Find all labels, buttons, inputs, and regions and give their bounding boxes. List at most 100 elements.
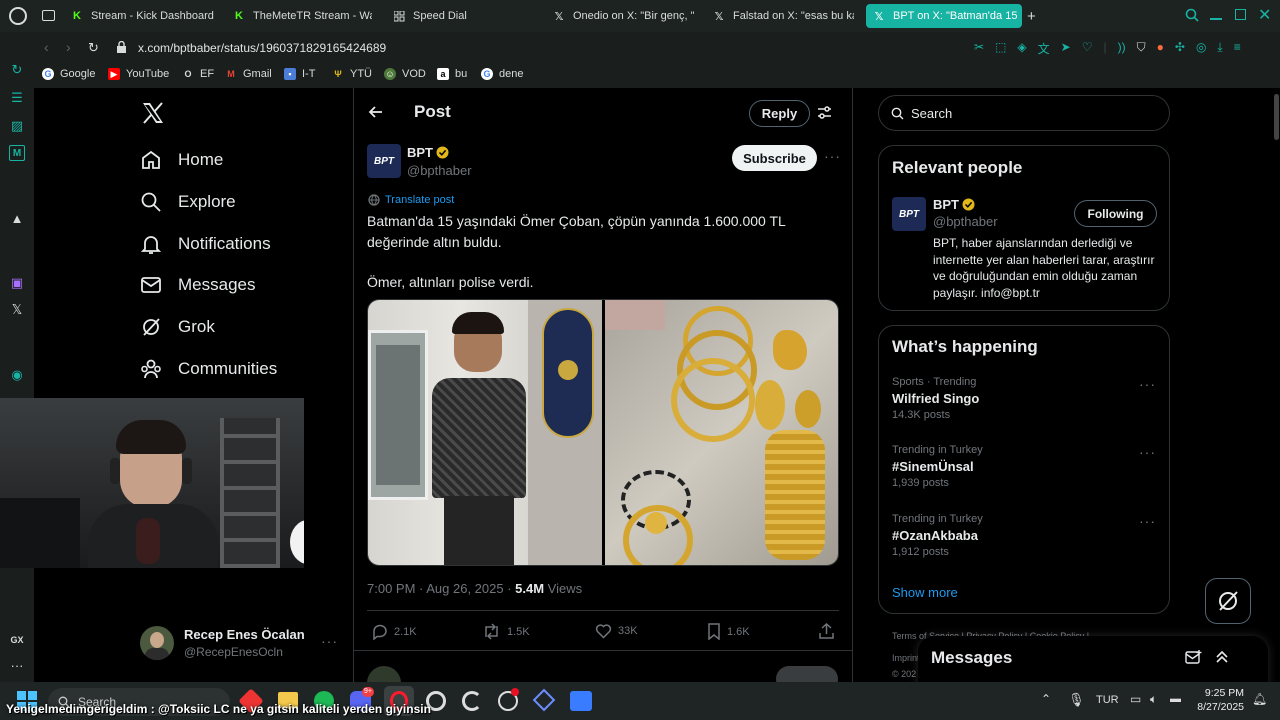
bookmark-it[interactable]: ▪ I-T [284,68,315,80]
reply-submit-button[interactable] [776,666,838,682]
fox-icon[interactable]: ● [1157,40,1164,57]
person-avatar[interactable]: BPT [892,197,926,231]
nav-explore[interactable]: Explore [140,191,236,213]
minimize-icon[interactable] [1210,18,1222,20]
filter-sliders-icon[interactable] [817,105,832,120]
subscribe-button[interactable]: Subscribe [732,145,817,171]
share-icon[interactable] [819,623,834,639]
notification-bell-icon[interactable]: 🔔︎ [1252,692,1267,706]
shield-ext-icon[interactable]: ⛉ [1137,40,1146,57]
close-icon[interactable]: ✕ [1258,5,1271,25]
microphone-icon[interactable]: 🎙︎ [1068,692,1085,708]
notes-icon[interactable]: ▨ [9,118,25,134]
tab-bpt-active[interactable]: 𝕏 BPT on X: "Batman'da 15 [866,4,1022,28]
bookmark-youtube[interactable]: ▶ YouTube [108,68,169,80]
gx-icon[interactable]: GX [9,632,25,648]
tab-falstad[interactable]: 𝕏 Falstad on X: "esas bu ka [712,4,854,28]
nav-messages[interactable]: Messages [140,274,255,296]
history-icon[interactable]: ↻ [9,62,25,78]
bookmark-bu[interactable]: a bu [437,68,467,80]
trend-more-icon[interactable]: ··· [1139,513,1156,529]
tab-themetetr-stream[interactable]: K TheMeteTR Stream - Wat [232,4,372,28]
following-button[interactable]: Following [1074,200,1157,227]
x-logo-icon[interactable] [141,102,165,124]
app-g-icon[interactable] [462,691,482,711]
bookmark-ytu[interactable]: Ψ YTÜ [332,68,372,80]
more-icon[interactable]: ··· [9,657,25,673]
account-name[interactable]: Recep Enes Öcalan [184,627,305,642]
trend-item[interactable]: Trending in Turkey #OzanAkbaba 1,912 pos… [892,513,1158,558]
bookmark-google[interactable]: G Google [42,68,95,80]
pin-icon[interactable]: ✂ [974,40,984,57]
account-avatar[interactable] [140,626,174,660]
heart-icon[interactable]: ♡ [1082,40,1093,57]
battery-icon[interactable]: ▬ [1170,693,1181,705]
maximize-icon[interactable] [1235,9,1246,20]
author-avatar[interactable]: BPT [367,144,401,178]
account-more-icon[interactable]: ··· [321,633,338,649]
send-icon[interactable]: ➤ [1061,40,1071,57]
menu-icon[interactable]: ≡ [1234,40,1241,57]
screenshot-icon[interactable]: ⬚ [995,40,1006,57]
reply-action[interactable]: 2.1K [371,623,417,640]
grok-float-button[interactable] [1205,578,1251,624]
volume-icon[interactable]: 🔈︎ [1150,692,1157,707]
footer-imprint[interactable]: Imprint [892,653,920,663]
tab-speed-dial[interactable]: Speed Dial [392,4,512,28]
m-app-icon[interactable]: M [9,145,25,161]
clock[interactable]: 9:25 PM 8/27/2025 [1190,686,1244,714]
trend-item[interactable]: Sports · Trending Wilfried Singo 14.3K p… [892,376,1158,421]
browser-logo-icon[interactable] [9,7,27,25]
bookmark-dene[interactable]: G dene [481,68,523,80]
new-tab-button[interactable]: + [1027,8,1036,25]
back-arrow-icon[interactable] [368,104,384,120]
post-media[interactable] [367,299,839,566]
x-sidebar-icon[interactable]: 𝕏 [9,302,25,318]
bookmark-ef[interactable]: O EF [182,68,214,80]
puzzle-icon[interactable]: ✣ [1175,40,1185,57]
back-icon[interactable]: ‹ [44,39,49,55]
bookmark-vod[interactable]: ☺ VOD [384,68,426,80]
search-icon[interactable] [1185,8,1199,22]
like-action[interactable]: 33K [595,623,638,639]
sidebar-search[interactable]: Search [878,95,1170,131]
author-name-row[interactable]: BPT [407,145,449,160]
nav-notifications[interactable]: Notifications [140,233,271,255]
shield-icon[interactable]: ◈ [1017,40,1026,57]
tab-onedio[interactable]: 𝕏 Onedio on X: "Bir genç, "| [552,4,694,28]
expand-up-icon[interactable] [1215,649,1229,664]
trend-item[interactable]: Trending in Turkey #SinemÜnsal 1,939 pos… [892,444,1158,489]
post-more-icon[interactable]: ··· [824,148,841,164]
tab-kick-dashboard[interactable]: K Stream - Kick Dashboard [70,4,220,28]
audio-app-icon[interactable] [570,691,592,711]
app-icon[interactable] [532,688,556,712]
page-scrollbar[interactable] [1274,94,1279,140]
translate-post-link[interactable]: Translate post [368,194,454,206]
media-photo-boy[interactable] [368,300,602,565]
reply-button[interactable]: Reply [749,100,810,127]
search-input[interactable]: Search [911,106,952,121]
bookmark-gmail[interactable]: M Gmail [225,68,271,80]
wave-icon[interactable]: )) [1118,40,1126,57]
new-message-icon[interactable] [1185,650,1202,665]
media-photo-gold[interactable] [605,300,838,565]
tray-chevron-icon[interactable]: ⌃ [1041,692,1051,706]
translate-icon[interactable]: 文 [1038,40,1050,57]
trend-more-icon[interactable]: ··· [1139,376,1156,392]
bookmark-action[interactable]: 1.6K [707,623,750,640]
messages-drawer[interactable]: Messages [918,636,1268,682]
profile-icon[interactable]: ◎ [1196,40,1206,57]
monitor-icon[interactable]: ▭ [1130,692,1141,706]
nav-grok[interactable]: Grok [140,316,215,338]
stack-icon[interactable]: ☰ [9,90,25,106]
person-name-row[interactable]: BPT [933,197,975,212]
nav-communities[interactable]: Communities [140,358,277,380]
play-icon[interactable]: ◉ [9,367,25,383]
workspaces-icon[interactable] [42,10,55,21]
reload-icon[interactable]: ↻ [88,40,99,56]
twitch-icon[interactable]: ▣ [9,275,25,291]
drive-icon[interactable]: ▲ [9,210,25,226]
url-text[interactable]: x.com/bptbaber/status/196037182916542468… [138,41,386,55]
language-indicator[interactable]: TUR [1096,694,1119,706]
trend-more-icon[interactable]: ··· [1139,444,1156,460]
